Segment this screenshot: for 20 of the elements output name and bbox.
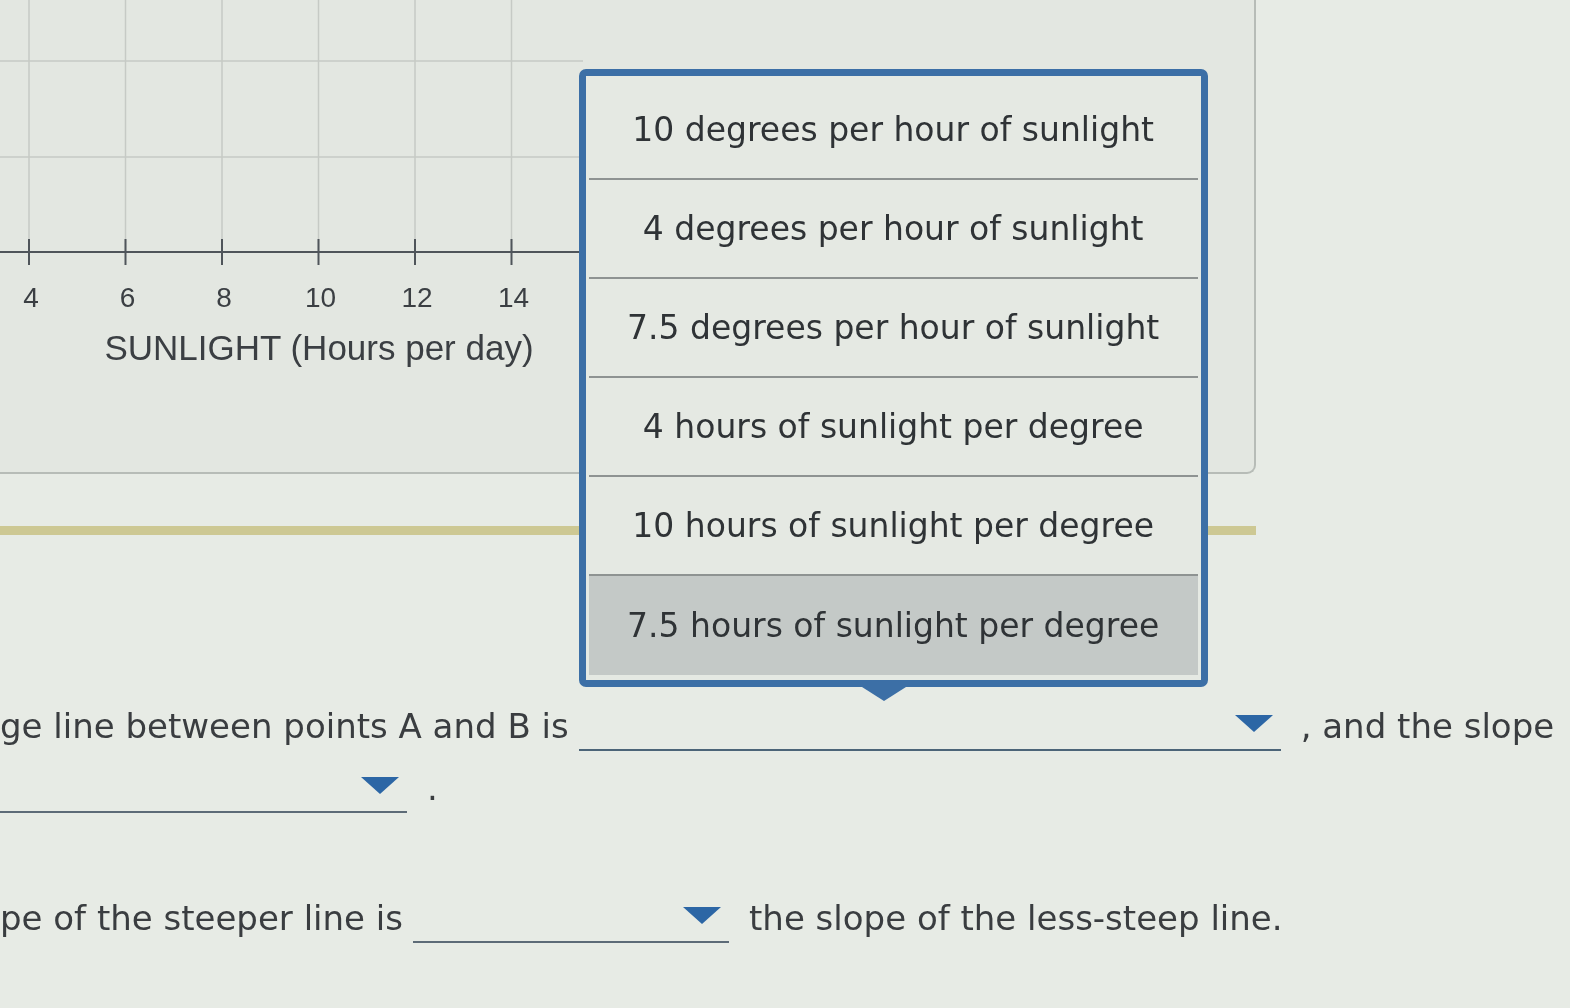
- question-text: , and the slope: [1300, 706, 1555, 746]
- question-text: ge line between points A and B is: [0, 706, 569, 746]
- dropdown-option[interactable]: 7.5 hours of sunlight per degree: [588, 576, 1198, 675]
- tick-label: 8: [216, 282, 232, 313]
- question-text: pe of the steeper line is: [0, 898, 403, 938]
- caret-icon: [683, 906, 721, 924]
- dropdown-option[interactable]: 4 hours of sunlight per degree: [588, 378, 1198, 477]
- tick-label: 6: [119, 282, 136, 313]
- tick-label: 12: [401, 282, 433, 313]
- caret-icon: [1234, 714, 1273, 732]
- dropdown-option[interactable]: 7.5 degrees per hour of sunlight: [588, 279, 1198, 378]
- tick-label: 14: [497, 282, 530, 313]
- question-text: .: [427, 768, 438, 808]
- dropdown-option[interactable]: 4 degrees per hour of sunlight: [588, 180, 1198, 279]
- caret-icon: [361, 776, 399, 794]
- axis-title: SUNLIGHT (Hours per day): [104, 328, 534, 367]
- dropdown-option[interactable]: 10 degrees per hour of sunlight: [588, 81, 1198, 180]
- tick-label: 4: [23, 282, 39, 313]
- tick-label: 10: [304, 282, 337, 313]
- question-text: the slope of the less-steep line.: [749, 898, 1283, 938]
